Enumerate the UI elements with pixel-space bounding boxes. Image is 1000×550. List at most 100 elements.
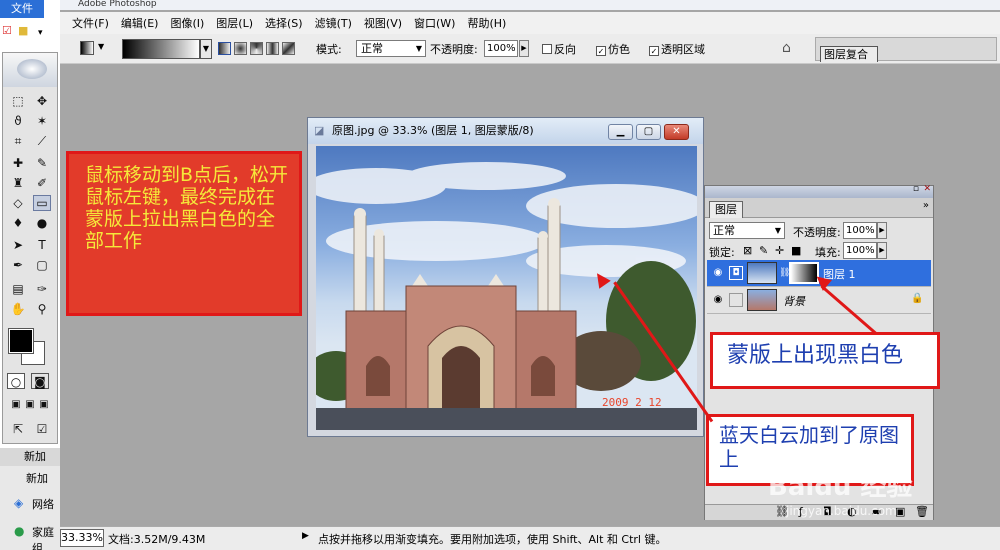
- menu-help[interactable]: 帮助(H): [461, 15, 512, 31]
- transparency-option[interactable]: ✓ 透明区域: [649, 41, 705, 57]
- drive-label-2[interactable]: 新加: [26, 470, 48, 486]
- menu-image[interactable]: 图像(I): [164, 15, 210, 31]
- blend-mode-select[interactable]: 正常 ▼: [709, 222, 785, 239]
- fill-arrow-icon[interactable]: ▶: [877, 242, 887, 259]
- gradient-tool-icon[interactable]: ▭: [33, 195, 51, 211]
- lock-icon: 🔒: [911, 293, 924, 304]
- document-window: ◪ 原图.jpg @ 33.3% (图层 1, 图层蒙版/8) ▁ ▢ ✕ 20…: [307, 117, 704, 437]
- mode-select[interactable]: 正常 ▼: [356, 40, 426, 57]
- sky-annotation-text: 蓝天白云加到了原图上: [719, 423, 899, 471]
- clone-stamp-icon[interactable]: ♜: [9, 175, 27, 191]
- left-annotation-text: 鼠标移动到B点后，松开鼠标左键，最终完成在蒙版上拉出黑白色的全部工作: [85, 164, 289, 252]
- gradient-dropdown-icon[interactable]: ▼: [200, 39, 212, 59]
- eyedropper-tool-icon[interactable]: ✑: [33, 281, 51, 297]
- lock-pixels-icon[interactable]: ✎: [759, 244, 768, 257]
- layer-opacity-input[interactable]: 100%: [843, 222, 877, 239]
- menu-view[interactable]: 视图(V): [358, 15, 408, 31]
- menu-edit[interactable]: 编辑(E): [115, 15, 165, 31]
- status-arrow-icon[interactable]: ▶: [302, 531, 309, 541]
- magic-wand-tool-icon[interactable]: ✶: [33, 113, 51, 129]
- type-tool-icon[interactable]: T: [33, 237, 51, 253]
- layer-opacity-arrow-icon[interactable]: ▶: [877, 222, 887, 239]
- panel-close-icon[interactable]: ✕: [923, 184, 931, 194]
- edit-in-imageready-icon[interactable]: ☑: [33, 421, 51, 437]
- eraser-tool-icon[interactable]: ◇: [9, 195, 27, 211]
- angle-gradient-icon[interactable]: [250, 42, 263, 55]
- move-tool-icon[interactable]: ✥: [33, 93, 51, 109]
- network-label[interactable]: 网络: [32, 496, 54, 512]
- eye-icon[interactable]: ◉: [710, 293, 726, 307]
- diamond-gradient-icon[interactable]: [282, 42, 295, 55]
- reverse-checkbox[interactable]: [542, 44, 552, 54]
- menu-filter[interactable]: 滤镜(T): [309, 15, 358, 31]
- quick-mask-icon[interactable]: ◙: [31, 373, 49, 389]
- brush-tool-icon[interactable]: ✎: [33, 155, 51, 171]
- trash-icon[interactable]: 🗑: [915, 505, 929, 518]
- layer-thumbnail: [747, 262, 777, 284]
- jump-to-imageready-icon[interactable]: ⇱: [9, 421, 27, 437]
- transparency-checkbox[interactable]: ✓: [649, 46, 659, 56]
- file-tab[interactable]: 文件: [0, 0, 44, 18]
- linear-gradient-icon[interactable]: [218, 42, 231, 55]
- pen-tool-icon[interactable]: ✒: [9, 257, 27, 273]
- lock-transparency-icon[interactable]: ⊠: [743, 244, 752, 257]
- status-hint: 点按并拖移以用渐变填充。要用附加选项，使用 Shift、Alt 和 Ctrl 键…: [318, 533, 667, 546]
- layers-tab[interactable]: 图层: [709, 201, 743, 218]
- document-canvas[interactable]: 2009 2 12: [316, 146, 697, 430]
- hand-tool-icon[interactable]: ✋: [9, 301, 27, 317]
- lasso-tool-icon[interactable]: ϑ: [9, 113, 27, 129]
- zoom-input[interactable]: 33.33%: [60, 529, 104, 547]
- notes-tool-icon[interactable]: ▤: [9, 281, 27, 297]
- layer-comps-tab[interactable]: 图层复合: [820, 46, 878, 62]
- lock-all-icon[interactable]: ■: [791, 244, 801, 257]
- date-stamp: 2009 2 12: [602, 396, 662, 409]
- dodge-tool-icon[interactable]: ●: [33, 215, 51, 231]
- gradient-picker[interactable]: [122, 39, 200, 59]
- preset-dropdown-icon[interactable]: ▼: [98, 42, 104, 51]
- panel-minimize-icon[interactable]: ▫: [913, 184, 919, 194]
- history-brush-icon[interactable]: ✐: [33, 175, 51, 191]
- reflected-gradient-icon[interactable]: [266, 42, 279, 55]
- close-button[interactable]: ✕: [664, 124, 689, 140]
- radial-gradient-icon[interactable]: [234, 42, 247, 55]
- opacity-input[interactable]: 100%: [484, 40, 518, 57]
- foreground-color-front[interactable]: [8, 328, 34, 354]
- shape-tool-icon[interactable]: ▢: [33, 257, 51, 273]
- lock-position-icon[interactable]: ✛: [775, 244, 784, 257]
- panel-menu-icon[interactable]: »: [923, 200, 929, 211]
- zoom-tool-icon[interactable]: ⚲: [33, 301, 51, 317]
- screen-mode-3-icon[interactable]: ▣: [35, 397, 53, 413]
- menu-window[interactable]: 窗口(W): [408, 15, 461, 31]
- minimize-button[interactable]: ▁: [608, 124, 633, 140]
- dither-checkbox[interactable]: ✓: [596, 46, 606, 56]
- opacity-arrow-icon[interactable]: ▶: [519, 40, 529, 57]
- crop-tool-icon[interactable]: ⌗: [9, 133, 27, 149]
- toolbox-header: [3, 53, 57, 87]
- minimize-icon: ▁: [616, 126, 625, 137]
- homegroup-label[interactable]: 家庭组: [32, 524, 60, 550]
- menu-select[interactable]: 选择(S): [259, 15, 309, 31]
- menu-layer[interactable]: 图层(L): [210, 15, 259, 31]
- dither-option[interactable]: ✓ 仿色: [596, 41, 630, 57]
- marquee-tool-icon[interactable]: ⬚: [9, 93, 27, 109]
- path-selection-icon[interactable]: ➤: [9, 237, 27, 253]
- standard-mode-icon[interactable]: ○: [7, 373, 25, 389]
- gradient-tool-preset-icon[interactable]: [80, 41, 94, 55]
- maximize-button[interactable]: ▢: [636, 124, 661, 140]
- blend-mode-value: 正常: [713, 224, 735, 237]
- layer-row-background[interactable]: ◉ 背景 🔒: [707, 287, 931, 314]
- eye-icon[interactable]: ◉: [710, 266, 726, 280]
- blur-tool-icon[interactable]: ♦: [9, 215, 27, 231]
- document-title: 原图.jpg @ 33.3% (图层 1, 图层蒙版/8): [332, 124, 534, 137]
- file-browser-icon[interactable]: ⌂: [782, 40, 800, 58]
- link-slot[interactable]: [729, 293, 743, 307]
- mask-annotation-text: 蒙版上出现黑白色: [727, 343, 904, 368]
- layers-panel-titlebar[interactable]: ▫ ✕: [705, 184, 933, 198]
- reverse-option[interactable]: 反向: [542, 41, 576, 57]
- slice-tool-icon[interactable]: ⟋: [33, 133, 51, 149]
- healing-brush-icon[interactable]: ✚: [9, 155, 27, 171]
- fill-input[interactable]: 100%: [843, 242, 877, 259]
- menu-file[interactable]: 文件(F): [66, 15, 115, 31]
- watermark-url: jingyan.baidu.com: [786, 504, 897, 518]
- mode-select-value: 正常: [361, 42, 383, 55]
